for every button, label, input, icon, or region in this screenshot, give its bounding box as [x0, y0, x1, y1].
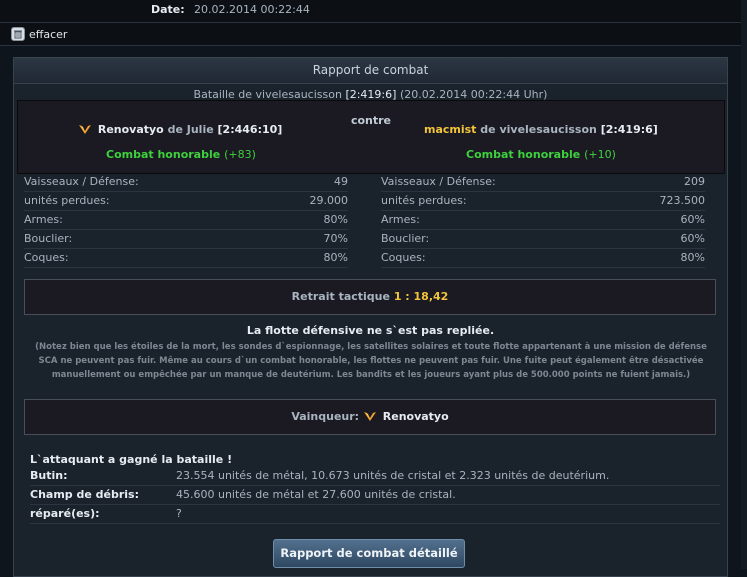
stat-row: Bouclier: 60%	[381, 230, 705, 249]
fleet-note: (Notez bien que les étoiles de la mort, …	[35, 342, 707, 380]
stat-value: 60%	[680, 232, 705, 245]
attacker-honor-label: Combat honorable	[106, 148, 221, 161]
delete-link[interactable]: effacer	[29, 28, 67, 41]
fleet-status-heading: La flotte défensive ne s`est pas repliée…	[246, 324, 495, 337]
result-label: Champ de débris:	[30, 488, 140, 501]
panel-title: Rapport de combat	[14, 58, 727, 84]
date-value: 20.02.2014 00:22:44	[194, 3, 310, 16]
stat-row: Armes: 80%	[24, 211, 348, 230]
result-label: Butin:	[30, 469, 68, 482]
attacker-honor: Combat honorable (+83)	[106, 148, 256, 161]
attacker-from: de Julie	[167, 123, 214, 136]
stat-label: Bouclier:	[24, 232, 73, 245]
stat-label: Armes:	[381, 213, 420, 226]
stat-label: Coques:	[24, 251, 69, 264]
winner-label: Vainqueur:	[291, 410, 360, 423]
defender-name[interactable]: macmist	[424, 123, 476, 136]
stat-label: Bouclier:	[381, 232, 430, 245]
detailed-report-button[interactable]: Rapport de combat détaillé	[273, 539, 465, 568]
defender-coords[interactable]: [2:419:6]	[601, 123, 658, 136]
result-row: Butin: 23.554 unités de métal, 10.673 uni…	[30, 467, 720, 486]
defender-honor-value: (+10)	[584, 148, 616, 161]
attacker-name[interactable]: Renovatyo	[98, 123, 164, 136]
defender-from: de vivelesaucisson	[480, 123, 597, 136]
report-header-bar: Date: 20.02.2014 00:22:44	[0, 0, 741, 23]
stat-value: 49	[334, 175, 348, 188]
trash-icon[interactable]	[11, 27, 25, 41]
stat-value: 209	[684, 175, 705, 188]
rank-wings-icon	[78, 124, 92, 138]
defender-line: macmist de vivelesaucisson [2:419:6]	[424, 123, 658, 136]
stat-row: Vaisseaux / Défense: 49	[24, 173, 348, 192]
stat-value: 60%	[680, 213, 705, 226]
combat-report-panel: Rapport de combat Bataille de vivelesauc…	[13, 57, 728, 577]
winner-name[interactable]: Renovatyo	[383, 410, 449, 423]
combatants-box: contre Renovatyo de Julie [2:446:10] mac…	[17, 100, 725, 174]
result-row: Champ de débris: 45.600 unités de métal e…	[30, 486, 720, 505]
delete-bar: effacer	[0, 23, 741, 46]
stat-value: 80%	[680, 251, 705, 264]
result-row: réparé(es):?	[30, 505, 720, 524]
stat-value: 29.000	[309, 194, 349, 207]
stat-value: 80%	[323, 213, 348, 226]
stat-row: Coques: 80%	[24, 249, 348, 268]
stat-label: unités perdues:	[381, 194, 467, 207]
attacker-stats: Vaisseaux / Défense: 49 unités perdues: 29…	[24, 173, 348, 268]
result-label: réparé(es):	[30, 507, 100, 520]
stat-row: Vaisseaux / Défense: 209	[381, 173, 705, 192]
stat-row: unités perdues: 723.500	[381, 192, 705, 211]
stat-value: 80%	[323, 251, 348, 264]
stat-label: unités perdues:	[24, 194, 110, 207]
stat-value: 723.500	[659, 194, 706, 207]
stat-row: Coques: 80%	[381, 249, 705, 268]
tactical-retreat-box: Retrait tactique 1 : 18,42	[24, 279, 716, 315]
stat-label: Vaisseaux / Défense:	[381, 175, 496, 188]
defender-stats: Vaisseaux / Défense: 209 unités perdues: 7…	[381, 173, 705, 268]
retreat-label: Retrait tactique	[291, 290, 390, 303]
defender-honor-label: Combat honorable	[466, 148, 581, 161]
result-heading: L`attaquant a gagné la bataille !	[30, 453, 233, 466]
stat-label: Vaisseaux / Défense:	[24, 175, 139, 188]
stat-label: Armes:	[24, 213, 63, 226]
stat-row: Bouclier: 70%	[24, 230, 348, 249]
scrollbar[interactable]	[741, 0, 747, 569]
stat-value: 70%	[323, 232, 348, 245]
attacker-line: Renovatyo de Julie [2:446:10]	[78, 123, 282, 138]
scrollbar-thumb[interactable]	[741, 0, 747, 569]
stat-label: Coques:	[381, 251, 426, 264]
result-value: 45.600 unités de métal et 27.600 unités …	[176, 488, 456, 501]
stat-row: Armes: 60%	[381, 211, 705, 230]
result-value: ?	[176, 507, 182, 520]
rank-wings-icon	[363, 402, 377, 436]
winner-box: Vainqueur: Renovatyo	[24, 399, 716, 435]
attacker-coords[interactable]: [2:446:10]	[218, 123, 283, 136]
retreat-ratio: 1 : 18,42	[393, 290, 449, 303]
stat-row: unités perdues: 29.000	[24, 192, 348, 211]
result-value: 23.554 unités de métal, 10.673 unités de…	[176, 469, 610, 482]
attacker-honor-value: (+83)	[224, 148, 256, 161]
date-label: Date:	[151, 3, 185, 16]
defender-honor: Combat honorable (+10)	[466, 148, 616, 161]
battle-result: L`attaquant a gagné la bataille ! Butin:…	[30, 453, 720, 524]
